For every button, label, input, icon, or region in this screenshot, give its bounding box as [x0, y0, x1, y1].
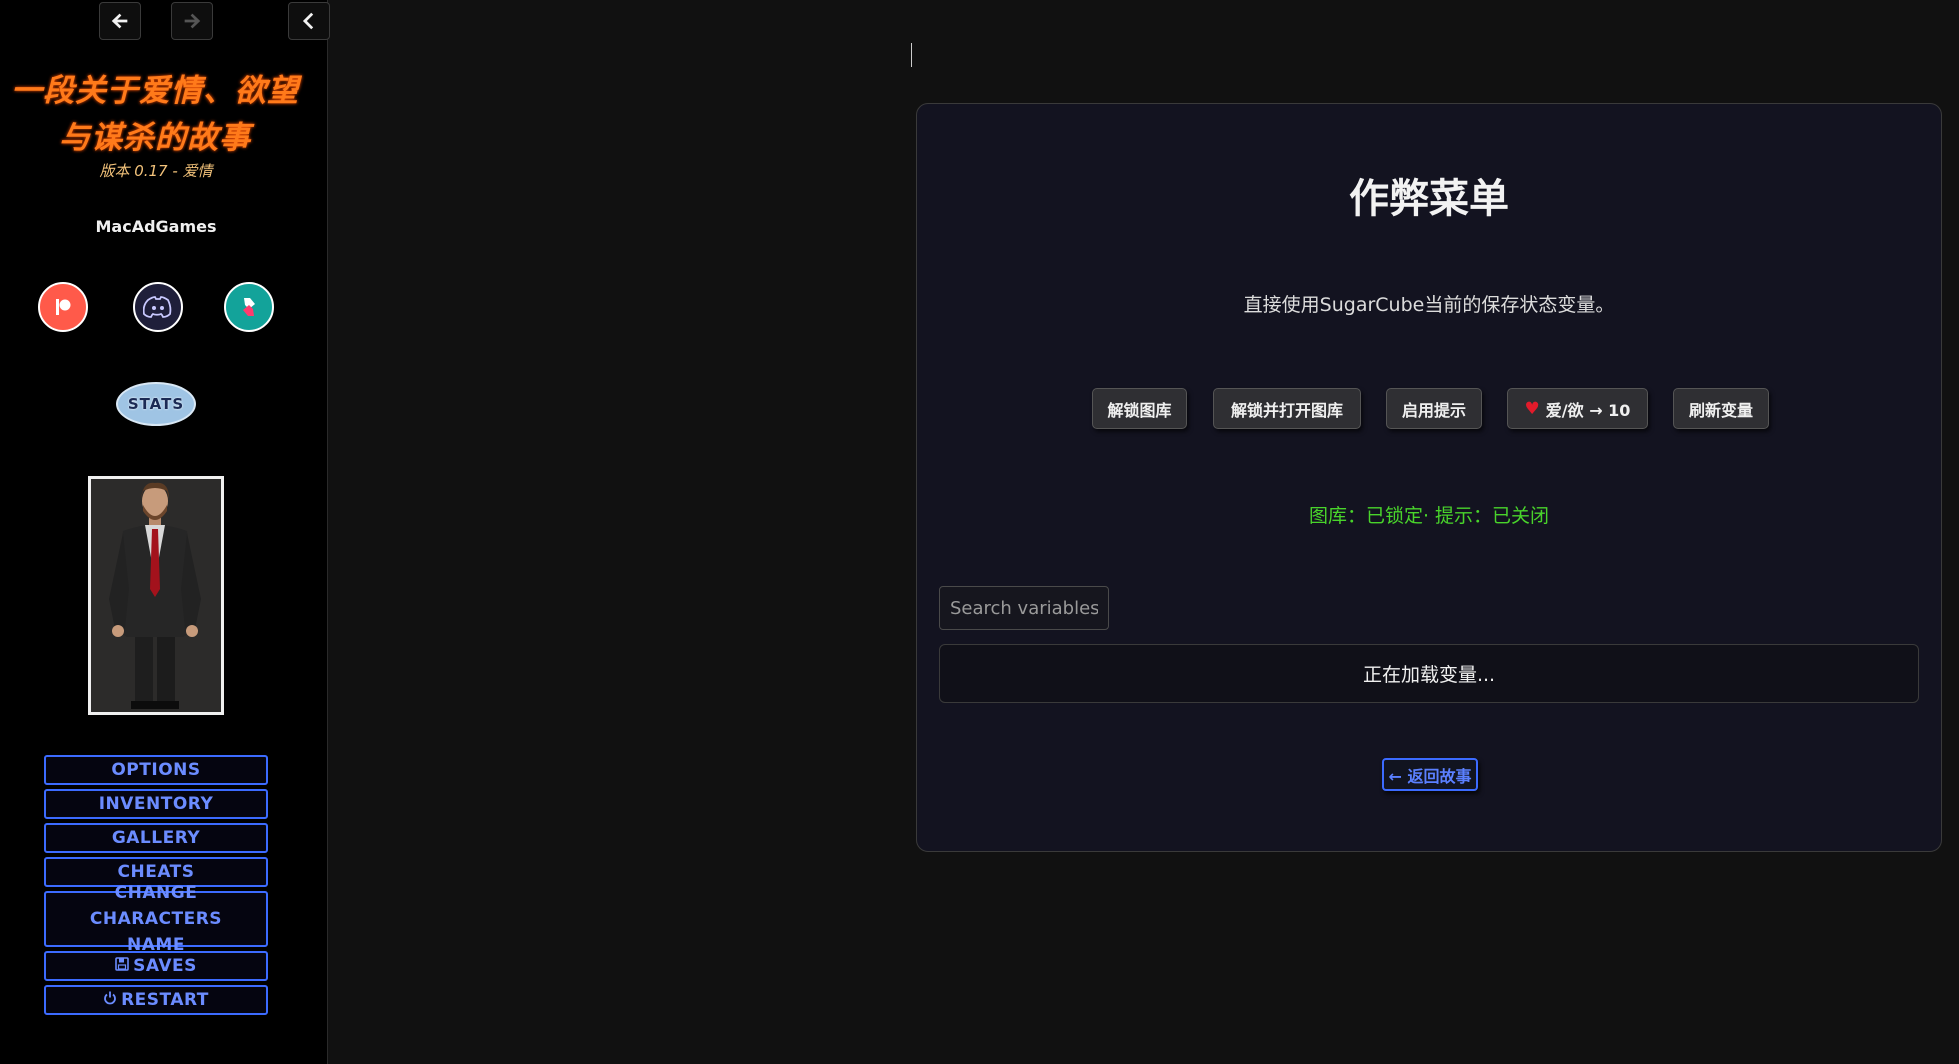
arrow-left-icon	[111, 13, 128, 29]
inventory-label: INVENTORY	[98, 794, 214, 814]
variable-search-input[interactable]	[939, 586, 1109, 630]
loading-text: 正在加载变量...	[1362, 664, 1496, 686]
history-back-button[interactable]	[99, 2, 141, 40]
heart-icon: ♥	[1524, 398, 1540, 419]
sidebar: 一段关于爱情、欲望与谋杀的故事 版本 0.17 - 爱情 MacAdGames …	[0, 0, 330, 1064]
variables-list: 正在加载变量...	[939, 644, 1919, 703]
history-forward-button[interactable]	[171, 2, 213, 40]
saves-button[interactable]: SAVES	[44, 951, 268, 981]
gallery-hint-status: 图库：已锁定· 提示：已关闭	[1308, 505, 1550, 527]
patreon-icon	[56, 299, 71, 315]
story-title: 一段关于爱情、欲望与谋杀的故事	[11, 73, 299, 156]
restart-button[interactable]: RESTART	[44, 985, 268, 1015]
panel-title: 作弊菜单	[1349, 176, 1509, 222]
story-subtitle: 版本 0.17 - 爱情	[99, 162, 213, 180]
unlock-gallery-button[interactable]: 解锁图库	[1092, 388, 1187, 429]
subscribestar-link[interactable]	[224, 282, 274, 332]
unlock-open-gallery-button[interactable]: 解锁并打开图库	[1213, 388, 1361, 429]
discord-icon	[143, 296, 172, 318]
character-image	[91, 479, 221, 712]
cheats-label: CHEATS	[117, 862, 195, 882]
enable-hints-button[interactable]: 启用提示	[1386, 388, 1482, 429]
options-button[interactable]: OPTIONS	[44, 755, 268, 785]
love-lust-button[interactable]: ♥ 爱/欲 → 10	[1507, 388, 1648, 429]
floppy-disk-icon	[115, 957, 129, 975]
subscribestar-icon	[243, 298, 255, 316]
gallery-button[interactable]: GALLERY	[44, 823, 268, 853]
stats-button[interactable]: STATS	[116, 382, 196, 426]
back-to-story-label: ← 返回故事	[1388, 766, 1472, 786]
sidebar-toggle-button[interactable]	[288, 2, 330, 40]
unlock-open-gallery-label: 解锁并打开图库	[1230, 400, 1343, 420]
power-icon	[103, 991, 117, 1009]
discord-link[interactable]	[133, 282, 183, 332]
refresh-variables-button[interactable]: 刷新变量	[1673, 388, 1769, 429]
gallery-label: GALLERY	[111, 828, 201, 848]
patreon-link[interactable]	[38, 282, 88, 332]
character-portrait	[88, 476, 224, 715]
refresh-variables-label: 刷新变量	[1688, 400, 1753, 420]
saves-label: SAVES	[133, 956, 197, 976]
text-cursor	[911, 43, 912, 67]
options-label: OPTIONS	[111, 760, 201, 780]
stats-label: STATS	[127, 395, 185, 413]
change-characters-name-button[interactable]: CHANGE CHARACTERS NAME	[44, 883, 268, 955]
change-name-label: CHANGE CHARACTERS NAME	[89, 883, 223, 955]
author-name: MacAdGames	[95, 217, 217, 236]
enable-hints-label: 启用提示	[1401, 400, 1466, 420]
chevron-left-icon	[302, 12, 314, 30]
love-lust-label: 爱/欲 → 10	[1545, 400, 1631, 420]
unlock-gallery-label: 解锁图库	[1107, 400, 1172, 420]
cheat-menu-panel: 作弊菜单 直接使用SugarCube当前的保存状态变量。 解锁图库 解锁并打开图…	[916, 103, 1942, 852]
back-to-story-button[interactable]: ← 返回故事	[1382, 758, 1478, 791]
arrow-right-icon	[184, 13, 201, 29]
inventory-button[interactable]: INVENTORY	[44, 789, 268, 819]
panel-description: 直接使用SugarCube当前的保存状态变量。	[1243, 294, 1615, 316]
restart-label: RESTART	[121, 990, 209, 1010]
